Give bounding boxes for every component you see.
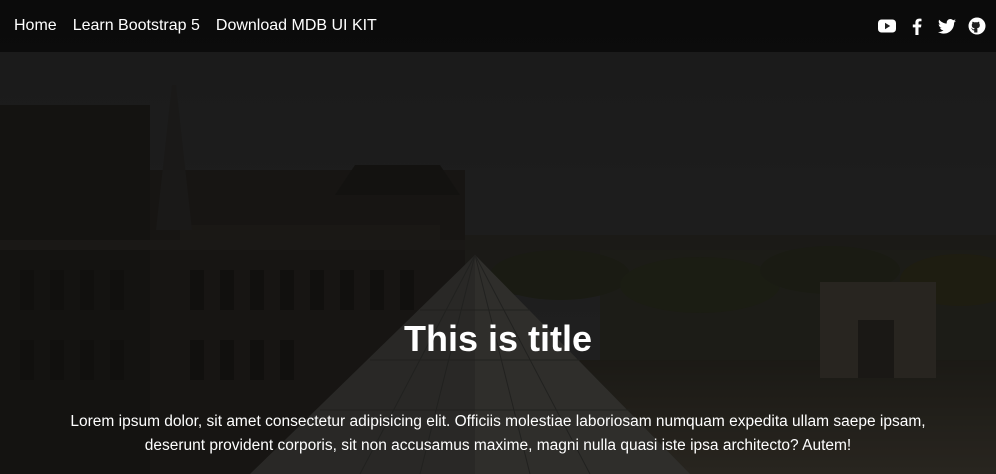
hero-section: Home Learn Bootstrap 5 Download MDB UI K… — [0, 0, 996, 474]
hero-content: This is title Lorem ipsum dolor, sit ame… — [0, 0, 996, 474]
hero-description: Lorem ipsum dolor, sit amet consectetur … — [70, 413, 926, 454]
hero-title: This is title — [403, 318, 593, 359]
